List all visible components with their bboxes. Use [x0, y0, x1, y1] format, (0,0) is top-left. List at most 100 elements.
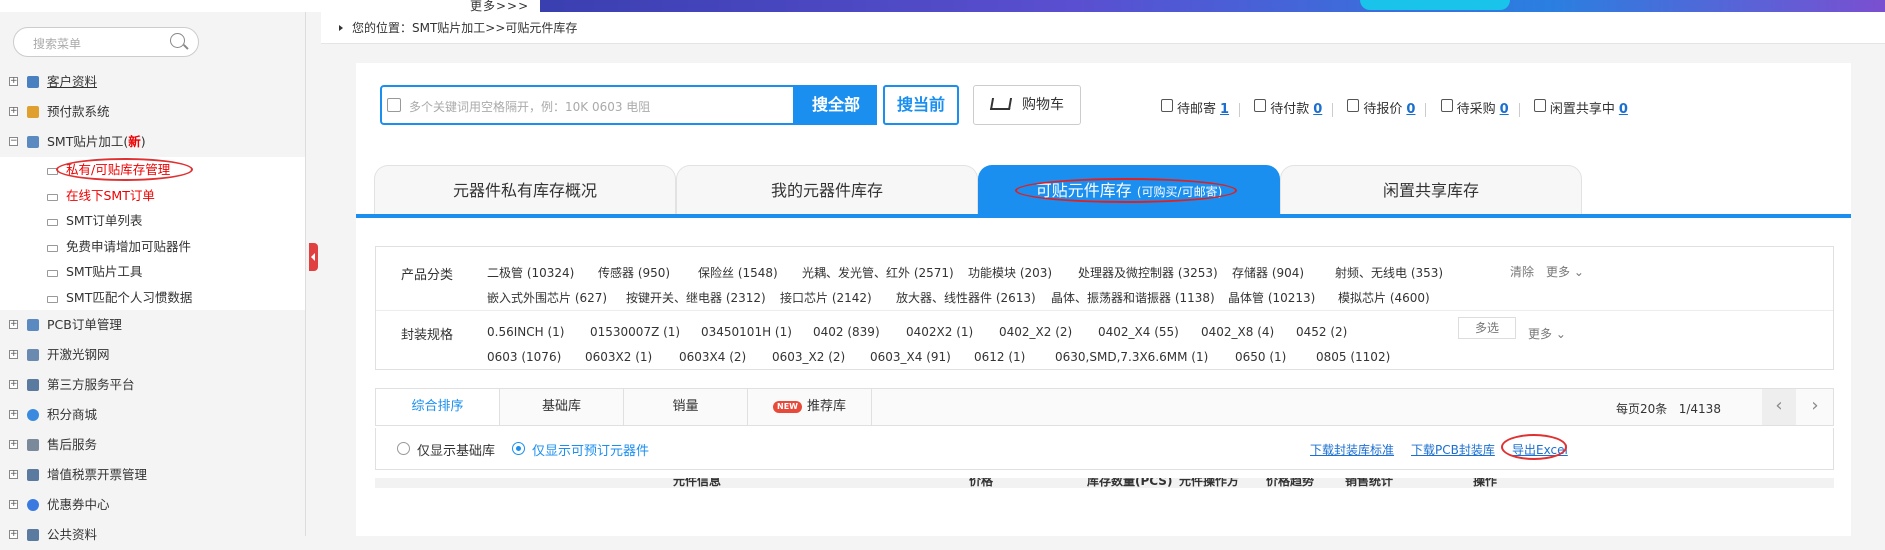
sidebar-collapse-button[interactable] [309, 243, 318, 271]
radio-preorder-only-label[interactable]: 仅显示可预订元器件 [532, 440, 649, 459]
expand-icon[interactable]: + [9, 380, 18, 389]
category-filter-item[interactable]: 接口芯片 (2142) [780, 289, 872, 306]
package-filter-item[interactable]: 0603X2 (1) [585, 350, 652, 364]
stat-to-quote[interactable]: 待报价 0 [1347, 98, 1427, 117]
sort-overall[interactable]: 综合排序 [376, 389, 500, 425]
category-filter-item[interactable]: 功能模块 (203) [968, 264, 1052, 281]
breadcrumb-arrow-icon [339, 25, 346, 31]
radio-base-only-label[interactable]: 仅显示基础库 [417, 440, 495, 459]
expand-icon[interactable]: + [9, 500, 18, 509]
expand-icon[interactable]: + [9, 440, 18, 449]
category-filter-item[interactable]: 按键开关、继电器 (2312) [626, 289, 766, 306]
menu-search-input[interactable]: 搜索菜单 [13, 27, 199, 57]
stat-value-link[interactable]: 0 [1313, 102, 1322, 117]
sort-sales[interactable]: 销量 [624, 389, 748, 425]
tab-private-overview[interactable]: 元器件私有库存概况 [374, 165, 676, 215]
category-filter-item[interactable]: 二极管 (10324) [487, 264, 574, 281]
tab-idle-sharing[interactable]: 闲置共享库存 [1280, 165, 1582, 215]
package-filter-item[interactable]: 0603_X4 (91) [870, 350, 951, 364]
download-pcb-package-link[interactable]: 下载PCB封装库 [1411, 441, 1495, 458]
sidebar-subitem-tools[interactable]: SMT贴片工具 [0, 259, 305, 285]
radio-preorder-only[interactable] [512, 442, 525, 455]
stat-value-link[interactable]: 0 [1619, 102, 1628, 117]
package-filter-item[interactable]: 0603X4 (2) [679, 350, 746, 364]
sidebar-item-points[interactable]: + 积分商城 [0, 400, 305, 430]
package-filter-item[interactable]: 0.56INCH (1) [487, 325, 564, 339]
sidebar-subitem-order[interactable]: 在线下SMT订单 [0, 182, 305, 208]
package-filter-item[interactable]: 0603_X2 (2) [772, 350, 845, 364]
package-filter-item[interactable]: 0805 (1102) [1316, 350, 1390, 364]
sidebar-item-invoice[interactable]: + 增值税票开票管理 [0, 460, 305, 490]
category-filter-item[interactable]: 存储器 (904) [1232, 264, 1304, 281]
next-page-button[interactable]: › [1798, 389, 1832, 425]
sidebar-item-pcb[interactable]: + PCB订单管理 [0, 310, 305, 340]
stat-to-pay[interactable]: 待付款 0 [1254, 98, 1334, 117]
package-filter-item[interactable]: 0650 (1) [1235, 350, 1286, 364]
download-package-standard-link[interactable]: 下载封装库标准 [1310, 441, 1394, 458]
package-filter-item[interactable]: 0402_X4 (55) [1098, 325, 1179, 339]
package-filter-item[interactable]: 0402_X8 (4) [1201, 325, 1274, 339]
package-filter-item[interactable]: 0612 (1) [974, 350, 1025, 364]
sidebar-item-smt[interactable]: − SMT贴片加工(新) [0, 127, 305, 157]
sidebar-item-thirdparty[interactable]: + 第三方服务平台 [0, 370, 305, 400]
radio-base-only[interactable] [397, 442, 410, 455]
stat-idle-sharing[interactable]: 闲置共享中 0 [1533, 98, 1628, 117]
sidebar-subitem-orderlist[interactable]: SMT订单列表 [0, 208, 305, 234]
sidebar-item-stencil[interactable]: + 开激光钢网 [0, 340, 305, 370]
prev-page-button[interactable]: ‹ [1762, 389, 1796, 425]
expand-icon[interactable]: + [9, 410, 18, 419]
package-filter-item[interactable]: 01530007Z (1) [590, 325, 680, 339]
collapse-icon[interactable]: − [9, 137, 18, 146]
more-packages-link[interactable]: 更多 ⌄ [1528, 325, 1566, 342]
more-categories-link[interactable]: 更多 ⌄ [1546, 263, 1584, 280]
search-icon[interactable] [170, 33, 185, 48]
expand-icon[interactable]: + [9, 350, 18, 359]
sidebar-item-customer[interactable]: + 客户资料 [0, 67, 305, 97]
stat-to-purchase[interactable]: 待采购 0 [1440, 98, 1520, 117]
expand-icon[interactable]: + [9, 107, 18, 116]
stat-value-link[interactable]: 0 [1500, 102, 1509, 117]
stat-value-link[interactable]: 1 [1220, 102, 1229, 117]
package-filter-item[interactable]: 03450101H (1) [701, 325, 792, 339]
search-current-button[interactable]: 搜当前 [883, 85, 959, 125]
expand-icon[interactable]: + [9, 530, 18, 539]
category-filter-item[interactable]: 放大器、线性器件 (2613) [896, 289, 1036, 306]
package-filter-item[interactable]: 0603 (1076) [487, 350, 561, 364]
per-page-label: 每页20条 [1616, 402, 1668, 416]
sidebar-item-prepay[interactable]: + 预付款系统 [0, 97, 305, 127]
package-filter-item[interactable]: 0402 (839) [813, 325, 880, 339]
category-filter-item[interactable]: 嵌入式外围芯片 (627) [487, 289, 607, 306]
sort-base-library[interactable]: 基础库 [500, 389, 624, 425]
keyword-search-input[interactable]: 多个关键词用空格隔开，例：10K 0603 电阻 [380, 85, 795, 125]
category-filter-item[interactable]: 晶体管 (10213) [1228, 289, 1315, 306]
sidebar-item-coupon[interactable]: + 优惠券中心 [0, 490, 305, 520]
sort-recommended[interactable]: NEW 推荐库 [748, 389, 872, 425]
top-banner [540, 0, 1885, 12]
sidebar-subitem-apply[interactable]: 免费申请增加可贴器件 [0, 233, 305, 259]
sidebar-item-public[interactable]: + 公共资料 [0, 520, 305, 550]
expand-icon[interactable]: + [9, 470, 18, 479]
package-filter-item[interactable]: 0402X2 (1) [906, 325, 973, 339]
stat-value-link[interactable]: 0 [1406, 102, 1415, 117]
package-filter-item[interactable]: 0452 (2) [1296, 325, 1347, 339]
category-filter-item[interactable]: 晶体、振荡器和谐振器 (1138) [1051, 289, 1215, 306]
expand-icon[interactable]: + [9, 320, 18, 329]
category-filter-item[interactable]: 光耦、发光管、红外 (2571) [802, 264, 954, 281]
package-filter-item[interactable]: 0630,SMD,7.3X6.6MM (1) [1055, 350, 1208, 364]
stat-to-mail[interactable]: 待邮寄 1 [1161, 98, 1241, 117]
multi-select-button[interactable]: 多选 [1458, 317, 1516, 339]
category-filter-item[interactable]: 模拟芯片 (4600) [1338, 289, 1430, 306]
category-filter-item[interactable]: 传感器 (950) [598, 264, 670, 281]
expand-icon[interactable]: + [9, 77, 18, 86]
category-filter-item[interactable]: 保险丝 (1548) [698, 264, 778, 281]
sidebar-subitem-habits[interactable]: SMT匹配个人习惯数据 [0, 284, 305, 310]
clear-filter-link[interactable]: 清除 [1510, 263, 1534, 280]
search-all-button[interactable]: 搜全部 [795, 85, 877, 125]
tab-my-inventory[interactable]: 我的元器件库存 [676, 165, 978, 215]
package-filter-item[interactable]: 0402_X2 (2) [999, 325, 1072, 339]
cart-button[interactable]: 购物车 [973, 85, 1081, 125]
sidebar-item-aftersales[interactable]: + 售后服务 [0, 430, 305, 460]
category-filter-item[interactable]: 射频、无线电 (353) [1335, 264, 1443, 281]
category-filter-item[interactable]: 处理器及微控制器 (3253) [1078, 264, 1218, 281]
banner-highlight [1360, 0, 1510, 10]
